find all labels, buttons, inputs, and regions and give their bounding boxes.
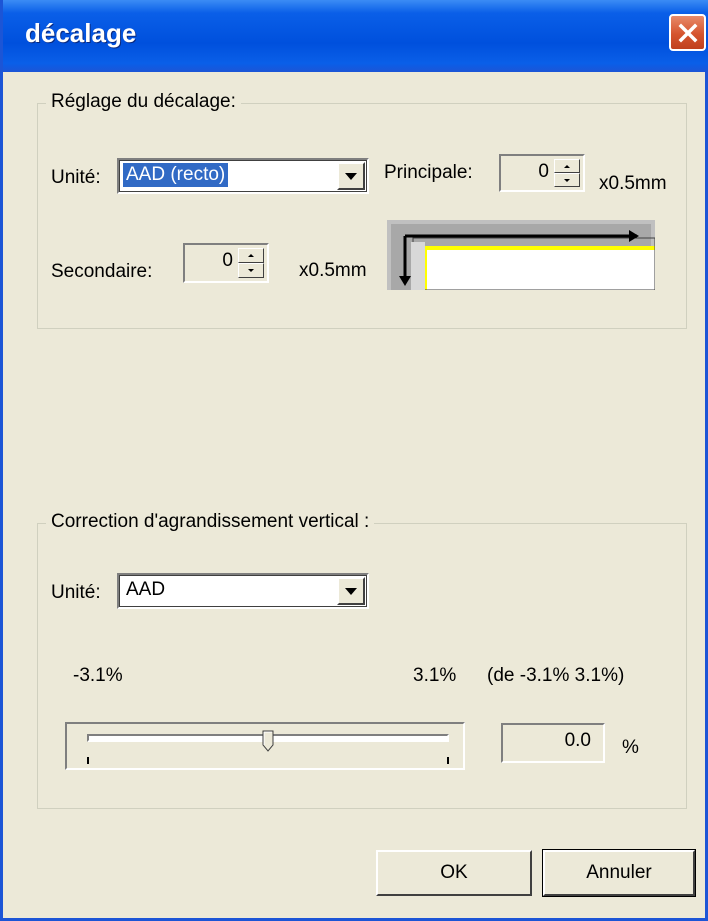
secondary-unit-label: x0.5mm [299,260,367,281]
magnify-unit-dropdown-button[interactable] [337,577,365,605]
magnify-unit-select[interactable]: AAD [117,573,369,609]
close-icon [678,23,697,42]
offset-preview-icon [387,220,655,290]
chevron-down-icon [345,587,357,595]
offset-unit-value: AAD (recto) [123,163,229,187]
main-offset-decrement[interactable] [554,173,580,187]
slider-max-label: 3.1% [413,665,457,686]
magnify-group-label: Correction d'agrandissement vertical : [46,511,375,533]
arrow-up-icon [564,164,570,168]
secondary-offset-value: 0 [222,250,233,271]
main-unit-label: x0.5mm [599,173,667,194]
offset-groupbox [37,103,687,329]
secondary-offset-stepper[interactable]: 0 [183,243,269,283]
dialog-window: décalage Réglage du décalage: Unité: AAD… [0,0,708,921]
main-offset-value: 0 [538,161,549,182]
title-bar[interactable]: décalage [3,0,708,72]
slider-tick-min [87,757,89,764]
ok-button-label: OK [440,862,468,883]
magnify-unit-label: Unité: [51,582,101,603]
offset-unit-select[interactable]: AAD (recto) [117,158,369,194]
secondary-offset-increment[interactable] [238,248,264,263]
secondary-label: Secondaire: [51,261,153,282]
arrow-up-icon [248,254,254,257]
ok-button[interactable]: OK [376,850,532,896]
magnify-value-field[interactable]: 0.0 [501,723,605,763]
close-button[interactable] [669,14,706,51]
offset-group-label: Réglage du décalage: [46,91,241,113]
slider-min-label: -3.1% [73,665,123,686]
magnify-value-unit: % [622,737,639,758]
secondary-offset-decrement[interactable] [238,263,264,278]
magnify-unit-value: AAD [126,579,166,600]
main-label: Principale: [384,162,473,183]
offset-unit-label: Unité: [51,167,101,188]
offset-unit-dropdown-button[interactable] [337,162,365,190]
arrow-down-icon [248,269,254,272]
magnify-slider[interactable] [65,722,465,770]
slider-range-label: (de -3.1% 3.1%) [487,665,625,686]
chevron-down-icon [345,172,357,180]
main-offset-stepper[interactable]: 0 [499,154,585,192]
magnify-value: 0.0 [564,730,591,751]
slider-tick-max [447,757,449,764]
cancel-button[interactable]: Annuler [542,849,696,897]
window-title: décalage [25,18,137,48]
slider-thumb[interactable] [262,730,274,752]
arrow-down-icon [564,178,570,182]
main-offset-increment[interactable] [554,159,580,173]
cancel-button-label: Annuler [586,862,652,883]
